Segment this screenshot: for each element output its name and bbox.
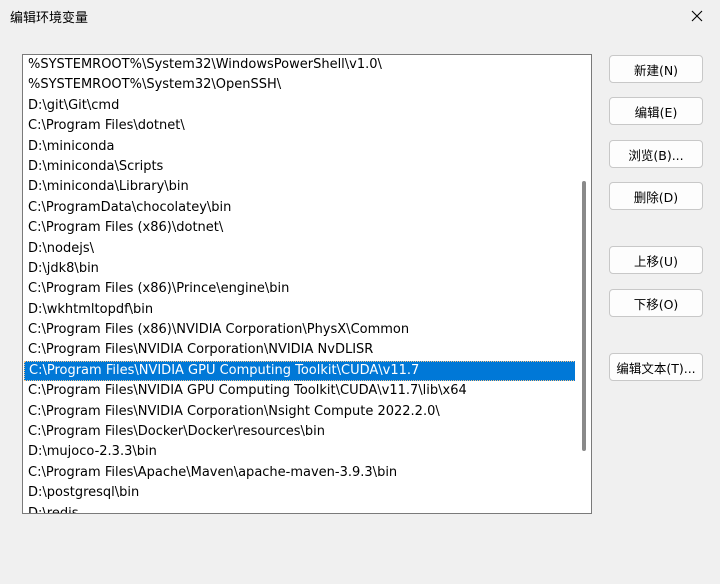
scrollbar-thumb[interactable] bbox=[582, 181, 586, 451]
title-bar: 编辑环境变量 bbox=[0, 0, 720, 32]
path-item[interactable]: %SYSTEMROOT%\System32\WindowsPowerShell\… bbox=[24, 55, 576, 75]
path-item[interactable]: C:\Program Files (x86)\NVIDIA Corporatio… bbox=[24, 320, 576, 340]
path-list[interactable]: %SYSTEMROOT%\System32\WindowsPowerShell\… bbox=[22, 54, 592, 514]
path-item[interactable]: %SYSTEMROOT%\System32\OpenSSH\ bbox=[24, 75, 576, 95]
path-item[interactable]: D:\wkhtmltopdf\bin bbox=[24, 300, 576, 320]
path-item[interactable]: C:\Program Files\Docker\Docker\resources… bbox=[24, 422, 576, 442]
path-list-rows: %SYSTEMROOT%\System32\WindowsPowerShell\… bbox=[24, 55, 576, 513]
close-button[interactable] bbox=[674, 0, 720, 32]
move-up-button[interactable]: 上移(U) bbox=[609, 246, 703, 274]
path-item[interactable]: C:\Program Files (x86)\Prince\engine\bin bbox=[24, 279, 576, 299]
edit-text-button[interactable]: 编辑文本(T)... bbox=[609, 353, 703, 381]
path-item[interactable]: D:\mujoco-2.3.3\bin bbox=[24, 442, 576, 462]
path-item[interactable]: C:\Program Files (x86)\dotnet\ bbox=[24, 218, 576, 238]
path-item[interactable]: D:\miniconda bbox=[24, 137, 576, 157]
edit-environment-variable-dialog: 编辑环境变量 %SYSTEMROOT%\System32\WindowsPowe… bbox=[0, 0, 720, 584]
dialog-title: 编辑环境变量 bbox=[10, 11, 89, 26]
path-item[interactable]: D:\nodejs\ bbox=[24, 239, 576, 259]
path-item[interactable]: C:\Program Files\NVIDIA Corporation\Nsig… bbox=[24, 402, 576, 422]
delete-button[interactable]: 删除(D) bbox=[609, 182, 703, 210]
browse-button[interactable]: 浏览(B)... bbox=[609, 140, 703, 168]
path-item[interactable]: C:\ProgramData\chocolatey\bin bbox=[24, 198, 576, 218]
path-item[interactable]: D:\git\Git\cmd bbox=[24, 96, 576, 116]
path-item[interactable]: D:\miniconda\Library\bin bbox=[24, 177, 576, 197]
path-item[interactable]: C:\Program Files\dotnet\ bbox=[24, 116, 576, 136]
path-item[interactable]: C:\Program Files\Apache\Maven\apache-mav… bbox=[24, 463, 576, 483]
edit-button[interactable]: 编辑(E) bbox=[609, 97, 703, 125]
path-item[interactable]: D:\miniconda\Scripts bbox=[24, 157, 576, 177]
move-down-button[interactable]: 下移(O) bbox=[609, 289, 703, 317]
vertical-scrollbar[interactable] bbox=[575, 55, 591, 513]
close-icon bbox=[691, 10, 703, 22]
path-item-selected[interactable]: C:\Program Files\NVIDIA GPU Computing To… bbox=[24, 360, 576, 382]
path-item[interactable]: D:\redis bbox=[24, 504, 576, 513]
path-item[interactable]: C:\Program Files\NVIDIA GPU Computing To… bbox=[24, 381, 576, 401]
path-item[interactable]: D:\postgresql\bin bbox=[24, 483, 576, 503]
new-button[interactable]: 新建(N) bbox=[609, 55, 703, 83]
path-item[interactable]: D:\jdk8\bin bbox=[24, 259, 576, 279]
path-item[interactable]: C:\Program Files\NVIDIA Corporation\NVID… bbox=[24, 340, 576, 360]
